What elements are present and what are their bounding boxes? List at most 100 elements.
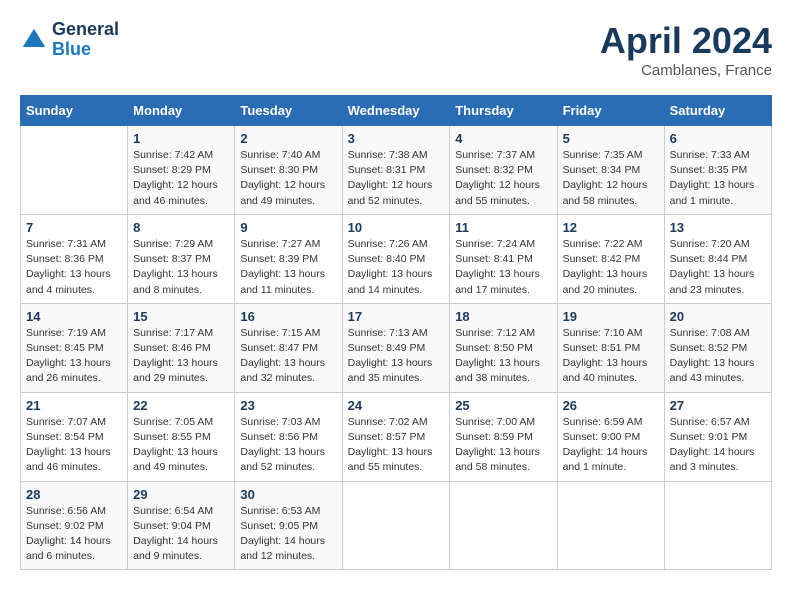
- day-number: 17: [348, 309, 445, 324]
- calendar-day-cell: 11 Sunrise: 7:24 AM Sunset: 8:41 PM Dayli…: [450, 214, 557, 303]
- day-number: 6: [670, 131, 766, 146]
- day-number: 21: [26, 398, 122, 413]
- day-number: 24: [348, 398, 445, 413]
- day-info: Sunrise: 7:26 AM Sunset: 8:40 PM Dayligh…: [348, 237, 445, 298]
- calendar-day-cell: 13 Sunrise: 7:20 AM Sunset: 8:44 PM Dayli…: [664, 214, 771, 303]
- weekday-header-cell: Thursday: [450, 96, 557, 126]
- calendar-day-cell: 21 Sunrise: 7:07 AM Sunset: 8:54 PM Dayli…: [21, 392, 128, 481]
- calendar-day-cell: 15 Sunrise: 7:17 AM Sunset: 8:46 PM Dayli…: [128, 303, 235, 392]
- calendar-week-row: 7 Sunrise: 7:31 AM Sunset: 8:36 PM Daylig…: [21, 214, 772, 303]
- location-subtitle: Camblanes, France: [600, 62, 772, 79]
- weekday-header-cell: Monday: [128, 96, 235, 126]
- weekday-header-row: SundayMondayTuesdayWednesdayThursdayFrid…: [21, 96, 772, 126]
- day-number: 2: [240, 131, 336, 146]
- weekday-header-cell: Wednesday: [342, 96, 450, 126]
- day-info: Sunrise: 7:35 AM Sunset: 8:34 PM Dayligh…: [563, 148, 659, 209]
- day-number: 12: [563, 220, 659, 235]
- day-info: Sunrise: 7:10 AM Sunset: 8:51 PM Dayligh…: [563, 326, 659, 387]
- day-info: Sunrise: 7:00 AM Sunset: 8:59 PM Dayligh…: [455, 415, 551, 476]
- day-info: Sunrise: 7:12 AM Sunset: 8:50 PM Dayligh…: [455, 326, 551, 387]
- day-number: 22: [133, 398, 229, 413]
- logo-text: General Blue: [52, 20, 119, 60]
- calendar-day-cell: 12 Sunrise: 7:22 AM Sunset: 8:42 PM Dayli…: [557, 214, 664, 303]
- day-number: 1: [133, 131, 229, 146]
- calendar-day-cell: 30Sunrise: 6:53 AM Sunset: 9:05 PM Dayli…: [235, 481, 342, 570]
- page-header: General Blue April 2024 Camblanes, Franc…: [20, 20, 772, 79]
- calendar-week-row: 28Sunrise: 6:56 AM Sunset: 9:02 PM Dayli…: [21, 481, 772, 570]
- calendar-day-cell: 27Sunrise: 6:57 AM Sunset: 9:01 PM Dayli…: [664, 392, 771, 481]
- day-number: 13: [670, 220, 766, 235]
- day-number: 30: [240, 487, 336, 502]
- calendar-day-cell: 24 Sunrise: 7:02 AM Sunset: 8:57 PM Dayli…: [342, 392, 450, 481]
- day-number: 10: [348, 220, 445, 235]
- calendar-week-row: 14 Sunrise: 7:19 AM Sunset: 8:45 PM Dayli…: [21, 303, 772, 392]
- calendar-table: SundayMondayTuesdayWednesdayThursdayFrid…: [20, 95, 772, 570]
- calendar-day-cell: [557, 481, 664, 570]
- day-number: 8: [133, 220, 229, 235]
- month-title: April 2024: [600, 20, 772, 62]
- day-info: Sunrise: 7:17 AM Sunset: 8:46 PM Dayligh…: [133, 326, 229, 387]
- day-info: Sunrise: 7:19 AM Sunset: 8:45 PM Dayligh…: [26, 326, 122, 387]
- weekday-header-cell: Tuesday: [235, 96, 342, 126]
- logo-icon: [20, 26, 48, 54]
- calendar-day-cell: 17Sunrise: 7:13 AM Sunset: 8:49 PM Dayli…: [342, 303, 450, 392]
- calendar-day-cell: 3 Sunrise: 7:38 AM Sunset: 8:31 PM Daylig…: [342, 126, 450, 215]
- day-number: 5: [563, 131, 659, 146]
- calendar-day-cell: 2 Sunrise: 7:40 AM Sunset: 8:30 PM Daylig…: [235, 126, 342, 215]
- day-info: Sunrise: 7:20 AM Sunset: 8:44 PM Dayligh…: [670, 237, 766, 298]
- calendar-day-cell: 19Sunrise: 7:10 AM Sunset: 8:51 PM Dayli…: [557, 303, 664, 392]
- day-number: 9: [240, 220, 336, 235]
- calendar-day-cell: 14 Sunrise: 7:19 AM Sunset: 8:45 PM Dayli…: [21, 303, 128, 392]
- weekday-header-cell: Saturday: [664, 96, 771, 126]
- calendar-day-cell: [450, 481, 557, 570]
- day-number: 25: [455, 398, 551, 413]
- calendar-day-cell: 22Sunrise: 7:05 AM Sunset: 8:55 PM Dayli…: [128, 392, 235, 481]
- calendar-day-cell: 5 Sunrise: 7:35 AM Sunset: 8:34 PM Daylig…: [557, 126, 664, 215]
- day-number: 18: [455, 309, 551, 324]
- day-number: 14: [26, 309, 122, 324]
- day-number: 27: [670, 398, 766, 413]
- calendar-day-cell: 16 Sunrise: 7:15 AM Sunset: 8:47 PM Dayli…: [235, 303, 342, 392]
- weekday-header-cell: Friday: [557, 96, 664, 126]
- calendar-week-row: 1 Sunrise: 7:42 AM Sunset: 8:29 PM Daylig…: [21, 126, 772, 215]
- day-info: Sunrise: 7:31 AM Sunset: 8:36 PM Dayligh…: [26, 237, 122, 298]
- calendar-day-cell: 6 Sunrise: 7:33 AM Sunset: 8:35 PM Daylig…: [664, 126, 771, 215]
- calendar-day-cell: 1 Sunrise: 7:42 AM Sunset: 8:29 PM Daylig…: [128, 126, 235, 215]
- calendar-day-cell: 9 Sunrise: 7:27 AM Sunset: 8:39 PM Daylig…: [235, 214, 342, 303]
- day-info: Sunrise: 7:27 AM Sunset: 8:39 PM Dayligh…: [240, 237, 336, 298]
- day-info: Sunrise: 7:22 AM Sunset: 8:42 PM Dayligh…: [563, 237, 659, 298]
- day-info: Sunrise: 7:02 AM Sunset: 8:57 PM Dayligh…: [348, 415, 445, 476]
- day-number: 26: [563, 398, 659, 413]
- calendar-body: 1 Sunrise: 7:42 AM Sunset: 8:29 PM Daylig…: [21, 126, 772, 570]
- day-number: 7: [26, 220, 122, 235]
- day-info: Sunrise: 7:15 AM Sunset: 8:47 PM Dayligh…: [240, 326, 336, 387]
- calendar-day-cell: 23 Sunrise: 7:03 AM Sunset: 8:56 PM Dayli…: [235, 392, 342, 481]
- calendar-day-cell: 29Sunrise: 6:54 AM Sunset: 9:04 PM Dayli…: [128, 481, 235, 570]
- day-number: 3: [348, 131, 445, 146]
- weekday-header-cell: Sunday: [21, 96, 128, 126]
- day-info: Sunrise: 7:24 AM Sunset: 8:41 PM Dayligh…: [455, 237, 551, 298]
- calendar-day-cell: [342, 481, 450, 570]
- calendar-day-cell: 7 Sunrise: 7:31 AM Sunset: 8:36 PM Daylig…: [21, 214, 128, 303]
- calendar-day-cell: 20Sunrise: 7:08 AM Sunset: 8:52 PM Dayli…: [664, 303, 771, 392]
- day-number: 23: [240, 398, 336, 413]
- day-info: Sunrise: 7:07 AM Sunset: 8:54 PM Dayligh…: [26, 415, 122, 476]
- calendar-day-cell: 8 Sunrise: 7:29 AM Sunset: 8:37 PM Daylig…: [128, 214, 235, 303]
- calendar-day-cell: 28Sunrise: 6:56 AM Sunset: 9:02 PM Dayli…: [21, 481, 128, 570]
- day-number: 29: [133, 487, 229, 502]
- day-info: Sunrise: 7:42 AM Sunset: 8:29 PM Dayligh…: [133, 148, 229, 209]
- calendar-day-cell: 18 Sunrise: 7:12 AM Sunset: 8:50 PM Dayli…: [450, 303, 557, 392]
- day-number: 16: [240, 309, 336, 324]
- day-info: Sunrise: 7:38 AM Sunset: 8:31 PM Dayligh…: [348, 148, 445, 209]
- calendar-day-cell: 10 Sunrise: 7:26 AM Sunset: 8:40 PM Dayli…: [342, 214, 450, 303]
- day-info: Sunrise: 7:29 AM Sunset: 8:37 PM Dayligh…: [133, 237, 229, 298]
- day-info: Sunrise: 7:40 AM Sunset: 8:30 PM Dayligh…: [240, 148, 336, 209]
- day-number: 11: [455, 220, 551, 235]
- day-info: Sunrise: 7:33 AM Sunset: 8:35 PM Dayligh…: [670, 148, 766, 209]
- calendar-day-cell: 26Sunrise: 6:59 AM Sunset: 9:00 PM Dayli…: [557, 392, 664, 481]
- day-number: 20: [670, 309, 766, 324]
- day-number: 15: [133, 309, 229, 324]
- calendar-day-cell: 25 Sunrise: 7:00 AM Sunset: 8:59 PM Dayli…: [450, 392, 557, 481]
- day-info: Sunrise: 7:03 AM Sunset: 8:56 PM Dayligh…: [240, 415, 336, 476]
- title-block: April 2024 Camblanes, France: [600, 20, 772, 79]
